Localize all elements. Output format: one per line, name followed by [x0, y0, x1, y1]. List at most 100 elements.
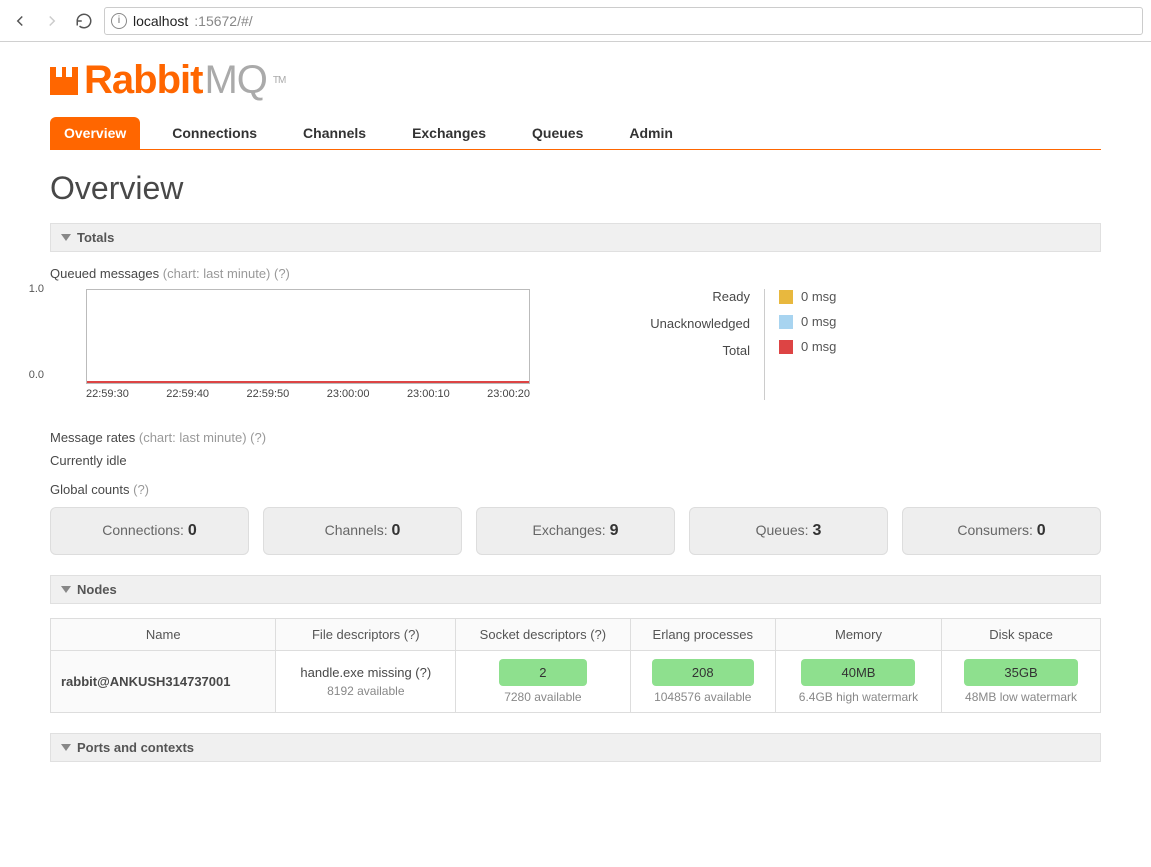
chart-total-line: [87, 381, 529, 383]
queued-messages-heading: Queued messages (chart: last minute) (?): [50, 266, 1101, 281]
node-erl-sub: 1048576 available: [641, 690, 765, 704]
count-value: 3: [812, 522, 821, 539]
count-box[interactable]: Consumers: 0: [902, 507, 1101, 555]
node-disk-main: 35GB: [964, 659, 1077, 686]
rabbitmq-logo-icon: [50, 67, 78, 95]
nodes-table: NameFile descriptors (?)Socket descripto…: [50, 618, 1101, 713]
node-mem: 40MB 6.4GB high watermark: [775, 651, 941, 713]
table-header: Memory: [775, 619, 941, 651]
tab-overview[interactable]: Overview: [50, 117, 140, 149]
chart-x-tick: 22:59:40: [166, 388, 209, 400]
legend-label: Unacknowledged: [610, 316, 750, 331]
global-counts-row: Connections: 0Channels: 0Exchanges: 9Que…: [50, 507, 1101, 555]
count-box[interactable]: Connections: 0: [50, 507, 249, 555]
chart-x-tick: 23:00:00: [327, 388, 370, 400]
queued-messages-legend: ReadyUnacknowledgedTotal 0 msg0 msg0 msg: [610, 289, 836, 400]
back-button[interactable]: [8, 9, 32, 33]
legend-value-text: 0 msg: [801, 289, 836, 304]
legend-swatch-icon: [779, 340, 793, 354]
count-label: Queues:: [756, 522, 813, 538]
table-header: Erlang processes: [630, 619, 775, 651]
count-value: 0: [1037, 522, 1046, 539]
forward-button[interactable]: [40, 9, 64, 33]
legend-value-text: 0 msg: [801, 339, 836, 354]
main-tabs: Overview Connections Channels Exchanges Queu…: [50, 117, 1101, 150]
chart-x-ticks: 22:59:30 22:59:40 22:59:50 23:00:00 23:00:10…: [86, 388, 530, 400]
chart-x-tick: 23:00:20: [487, 388, 530, 400]
count-value: 0: [392, 522, 401, 539]
table-header: Socket descriptors (?): [456, 619, 631, 651]
section-ports[interactable]: Ports and contexts: [50, 733, 1101, 762]
message-rates-heading: Message rates (chart: last minute) (?): [50, 430, 1101, 445]
node-sock-main: 2: [499, 659, 586, 686]
chart-x-tick: 22:59:50: [246, 388, 289, 400]
rabbitmq-logo: RabbitMQ TM: [50, 58, 1101, 103]
node-erl: 208 1048576 available: [630, 651, 775, 713]
section-totals[interactable]: Totals: [50, 223, 1101, 252]
count-label: Connections:: [102, 522, 188, 538]
table-header: Disk space: [942, 619, 1101, 651]
logo-tm: TM: [273, 75, 285, 86]
legend-value: 0 msg: [779, 314, 836, 329]
chevron-down-icon: [61, 744, 71, 751]
count-box[interactable]: Queues: 3: [689, 507, 888, 555]
node-sock: 2 7280 available: [456, 651, 631, 713]
table-row: rabbit@ANKUSH314737001 handle.exe missin…: [51, 651, 1101, 713]
section-nodes[interactable]: Nodes: [50, 575, 1101, 604]
node-name[interactable]: rabbit@ANKUSH314737001: [51, 651, 276, 713]
qm-heading-text: Queued messages: [50, 266, 163, 281]
tab-admin[interactable]: Admin: [615, 117, 687, 149]
message-rates-idle: Currently idle: [50, 453, 1101, 468]
node-fd-sub: 8192 available: [286, 684, 445, 698]
mr-heading-sub: (chart: last minute): [139, 430, 250, 445]
url-rest: :15672/#/: [194, 13, 252, 29]
legend-label: Ready: [610, 289, 750, 304]
gc-help-icon[interactable]: (?): [133, 482, 149, 497]
logo-mq: MQ: [204, 58, 266, 103]
count-value: 9: [610, 522, 619, 539]
count-label: Exchanges:: [533, 522, 610, 538]
section-totals-label: Totals: [77, 230, 114, 245]
browser-toolbar: i localhost :15672/#/: [0, 0, 1151, 42]
tab-queues[interactable]: Queues: [518, 117, 597, 149]
count-label: Channels:: [325, 522, 392, 538]
gc-heading-text: Global counts: [50, 482, 133, 497]
node-mem-sub: 6.4GB high watermark: [786, 690, 931, 704]
node-mem-main: 40MB: [801, 659, 915, 686]
reload-button[interactable]: [72, 9, 96, 33]
count-box[interactable]: Exchanges: 9: [476, 507, 675, 555]
node-disk: 35GB 48MB low watermark: [942, 651, 1101, 713]
chart-y-top: 1.0: [29, 283, 44, 295]
tab-connections[interactable]: Connections: [158, 117, 271, 149]
count-box[interactable]: Channels: 0: [263, 507, 462, 555]
mr-heading-text: Message rates: [50, 430, 139, 445]
legend-value: 0 msg: [779, 289, 836, 304]
legend-swatch-icon: [779, 315, 793, 329]
site-info-icon[interactable]: i: [111, 13, 127, 29]
node-sock-sub: 7280 available: [466, 690, 620, 704]
chart-y-bot: 0.0: [29, 369, 44, 381]
legend-swatch-icon: [779, 290, 793, 304]
count-value: 0: [188, 522, 197, 539]
url-bar[interactable]: i localhost :15672/#/: [104, 7, 1143, 35]
tab-exchanges[interactable]: Exchanges: [398, 117, 500, 149]
legend-value: 0 msg: [779, 339, 836, 354]
node-fd: handle.exe missing (?) 8192 available: [276, 651, 456, 713]
tab-channels[interactable]: Channels: [289, 117, 380, 149]
queued-messages-chart: 1.0 0.0 22:59:3022:59:4022:59:5023:00:00…: [50, 289, 530, 400]
section-nodes-label: Nodes: [77, 582, 117, 597]
chart-x-tick: 22:59:30: [86, 388, 129, 400]
chart-x-tick: 23:00:10: [407, 388, 450, 400]
url-host: localhost: [133, 13, 188, 29]
page-title: Overview: [50, 170, 1101, 207]
mr-help-icon[interactable]: (?): [250, 430, 266, 445]
count-label: Consumers:: [957, 522, 1036, 538]
table-header: File descriptors (?): [276, 619, 456, 651]
qm-help-icon[interactable]: (?): [274, 266, 290, 281]
logo-rabbit: Rabbit: [84, 58, 202, 103]
chevron-down-icon: [61, 586, 71, 593]
node-erl-main: 208: [652, 659, 754, 686]
node-disk-sub: 48MB low watermark: [952, 690, 1090, 704]
node-fd-main: handle.exe missing (?): [300, 665, 431, 680]
table-header: Name: [51, 619, 276, 651]
